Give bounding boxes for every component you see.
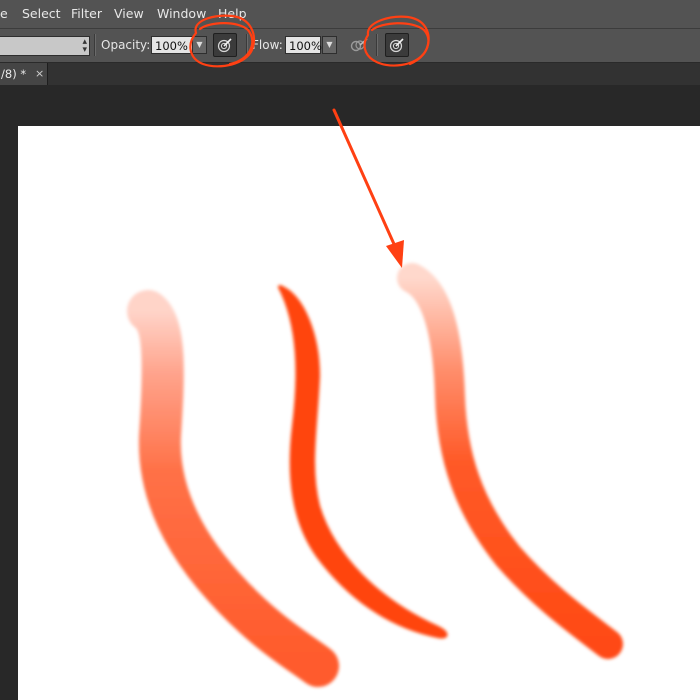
pressure-size-button[interactable] <box>385 33 409 57</box>
menu-item-partial[interactable]: e <box>0 6 8 21</box>
opacity-label: Opacity: <box>101 38 151 52</box>
brush-pressure-icon <box>217 38 232 53</box>
divider <box>376 34 378 56</box>
divider <box>246 34 248 56</box>
updown-arrows-icon: ▴ ▾ <box>82 37 87 55</box>
flow-label: Flow: <box>252 38 283 52</box>
close-icon[interactable]: × <box>35 67 44 80</box>
document-tab-bar: /8) * × <box>0 63 700 85</box>
opacity-field[interactable]: 100% <box>151 36 193 54</box>
airbrush-toggle[interactable] <box>350 37 368 56</box>
document-tab[interactable]: /8) * × <box>0 63 48 85</box>
flow-dropdown-button[interactable]: ▼ <box>322 36 337 54</box>
menu-bar: e Select Filter View Window Help <box>0 0 700 29</box>
menu-item-help[interactable]: Help <box>218 6 247 21</box>
menu-item-window[interactable]: Window <box>157 6 206 21</box>
flow-field[interactable]: 100% <box>285 36 322 54</box>
tool-options-bar: ▴ ▾ Opacity: 100% ▼ Flow: 100% ▼ <box>0 29 700 63</box>
brush-stroke <box>278 285 448 639</box>
brush-pressure-icon <box>389 38 404 53</box>
opacity-dropdown-button[interactable]: ▼ <box>192 36 207 54</box>
menu-item-filter[interactable]: Filter <box>71 6 102 21</box>
mode-select[interactable]: ▴ ▾ <box>0 36 90 56</box>
divider <box>94 34 96 56</box>
airbrush-icon <box>350 38 368 52</box>
menu-item-view[interactable]: View <box>114 6 144 21</box>
menu-item-select[interactable]: Select <box>22 6 61 21</box>
pressure-opacity-button[interactable] <box>213 33 237 57</box>
document-tab-title: /8) * <box>1 67 27 81</box>
brush-stroke <box>397 263 623 659</box>
document-canvas[interactable] <box>18 126 700 700</box>
